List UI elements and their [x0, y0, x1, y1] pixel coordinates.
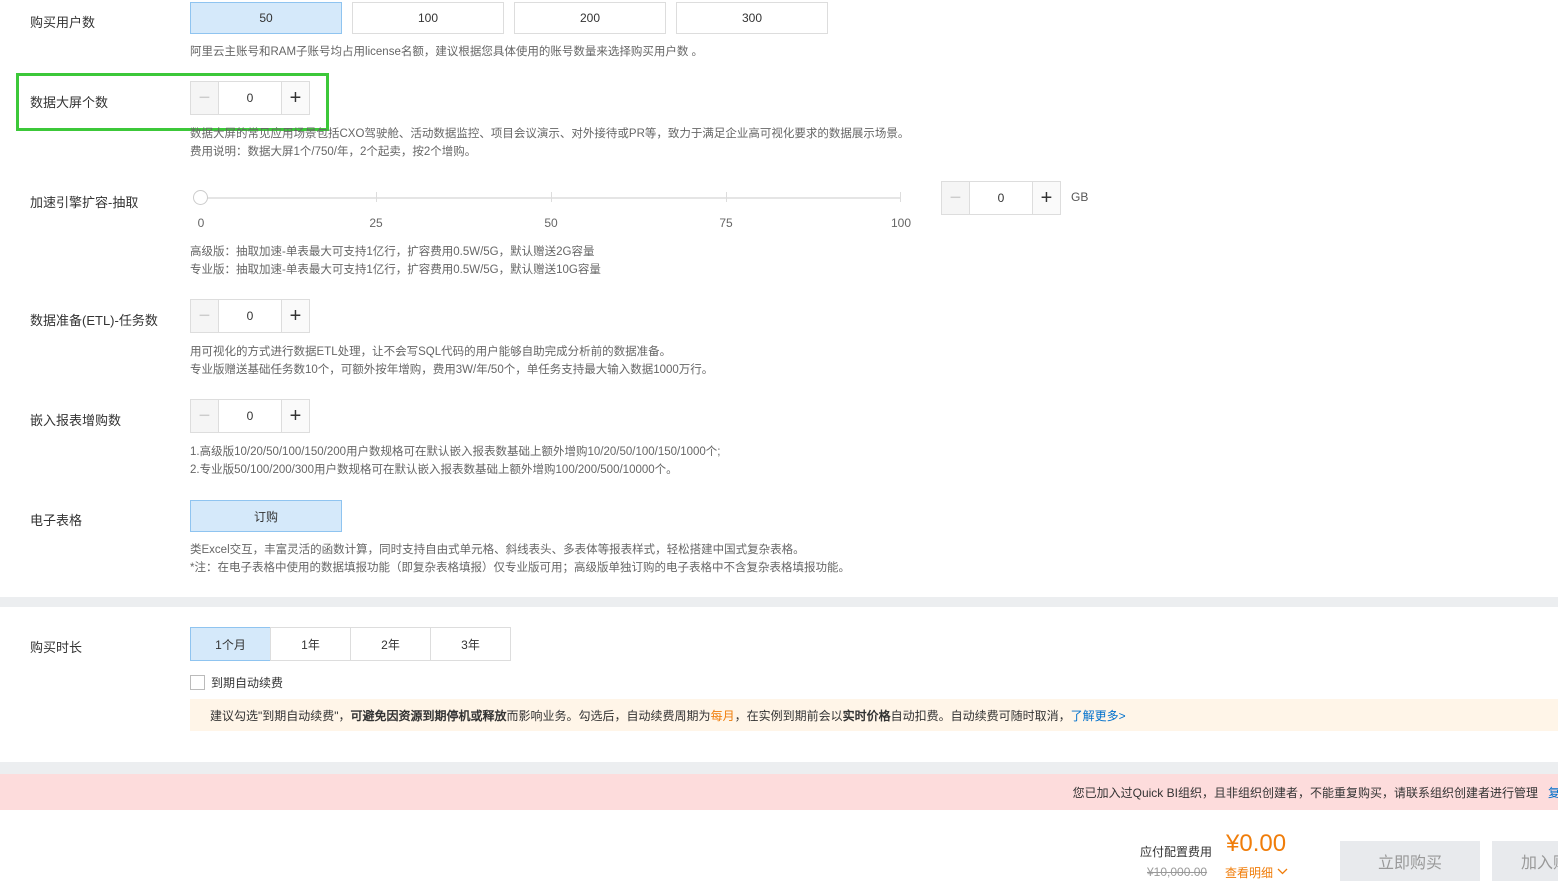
etl-desc-2: 专业版赠送基础任务数10个，可额外按年增购，费用3W/年/50个，单任务支持最大… [190, 364, 714, 376]
screens-stepper: − 0 + [190, 81, 310, 115]
slider-mark-label: 75 [719, 216, 733, 230]
engine-minus-button[interactable]: − [942, 182, 970, 214]
notice-text: ，在实例到期前会以 [734, 708, 843, 723]
engine-desc-2: 专业版：抽取加速-单表最大可支持1亿行，扩容费用0.5W/5G，默认赠送10G容… [190, 264, 601, 276]
slider-mark-label: 50 [544, 216, 558, 230]
etl-desc-1: 用可视化的方式进行数据ETL处理，让不会写SQL代码的用户能够自助完成分析前的数… [190, 346, 672, 358]
etl-stepper: − 0 + [190, 299, 310, 333]
notice-text: 而影响业务。勾选后，自动续费周期为 [506, 708, 711, 723]
fee-price: ¥0.00 [1226, 830, 1287, 857]
duration-option-1month[interactable]: 1个月 [190, 627, 271, 661]
auto-renew-label: 到期自动续费 [211, 676, 284, 690]
embed-stepper: − 0 + [190, 399, 310, 433]
fee-label: 应付配置费用 [1140, 845, 1213, 859]
error-text: 您已加入过Quick BI组织，且非组织创建者，不能重复购买，请联系组织创建者进… [1072, 785, 1538, 800]
users-desc: 阿里云主账号和RAM子账号均占用license名额，建议根据您具体使用的账号数量… [190, 46, 704, 58]
users-option-50[interactable]: 50 [190, 2, 342, 34]
notice-text-bold: 可避免因资源到期停机或释放 [350, 708, 507, 723]
error-bar: 您已加入过Quick BI组织，且非组织创建者，不能重复购买，请联系组织创建者进… [0, 774, 1558, 810]
auto-renew-row[interactable]: 到期自动续费 [190, 674, 283, 691]
embed-plus-button[interactable]: + [281, 400, 309, 432]
duration-option-1year[interactable]: 1年 [270, 627, 351, 661]
duration-option-2year[interactable]: 2年 [350, 627, 431, 661]
slider-tick [726, 192, 727, 202]
duration-label: 购买时长 [30, 640, 83, 655]
slider-tick [900, 192, 901, 202]
users-option-300[interactable]: 300 [676, 2, 828, 34]
notice-text: 建议勾选"到期自动续费"， [210, 708, 351, 723]
etl-value[interactable]: 0 [219, 300, 281, 332]
sheet-label: 电子表格 [30, 513, 83, 528]
engine-label: 加速引擎扩容-抽取 [30, 195, 139, 210]
section-divider [0, 597, 1558, 607]
slider-mark-label: 25 [369, 216, 383, 230]
engine-slider-handle[interactable] [193, 190, 208, 205]
users-option-200[interactable]: 200 [514, 2, 666, 34]
embed-value[interactable]: 0 [219, 400, 281, 432]
slider-tick [551, 192, 552, 202]
engine-unit: GB [1071, 190, 1089, 204]
fee-original-price: ¥10,000.00 [1147, 865, 1208, 879]
embed-desc-1: 1.高级版10/20/50/100/150/200用户数规格可在默认嵌入报表数基… [190, 446, 721, 458]
slider-mark-label: 100 [890, 216, 912, 230]
screens-desc-1: 数据大屏的常见应用场景包括CXO驾驶舱、活动数据监控、项目会议演示、对外接待或P… [190, 128, 910, 140]
duration-options: 1个月 1年 2年 3年 [190, 627, 511, 661]
embed-desc-2: 2.专业版50/100/200/300用户数规格可在默认嵌入报表数基础上额外增购… [190, 464, 678, 476]
notice-text-bold: 实时价格 [842, 708, 891, 723]
screens-plus-button[interactable]: + [281, 82, 309, 114]
slider-tick [376, 192, 377, 202]
engine-desc-1: 高级版：抽取加速-单表最大可支持1亿行，扩容费用0.5W/5G，默认赠送2G容量 [190, 246, 595, 258]
section-divider [0, 762, 1558, 774]
notice-text: 自动扣费。自动续费可随时取消， [890, 708, 1071, 723]
screens-desc-2: 费用说明：数据大屏1个/750/年，2个起卖，按2个增购。 [190, 146, 477, 158]
screens-minus-button[interactable]: − [191, 82, 219, 114]
learn-more-link[interactable]: 了解更多> [1071, 707, 1126, 724]
users-option-100[interactable]: 100 [352, 2, 504, 34]
sheet-options: 订购 [190, 500, 352, 532]
etl-plus-button[interactable]: + [281, 300, 309, 332]
engine-stepper: − 0 + [941, 181, 1061, 215]
etl-minus-button[interactable]: − [191, 300, 219, 332]
error-link[interactable]: 复 [1548, 784, 1558, 801]
duration-option-3year[interactable]: 3年 [430, 627, 511, 661]
chevron-down-icon [1277, 867, 1288, 878]
embed-minus-button[interactable]: − [191, 400, 219, 432]
users-options: 50 100 200 300 [190, 2, 838, 34]
buy-now-button[interactable]: 立即购买 [1340, 841, 1480, 881]
engine-value[interactable]: 0 [970, 182, 1032, 214]
sheet-desc-2: *注：在电子表格中使用的数据填报功能（即复杂表格填报）仅专业版可用；高级版单独订… [190, 562, 850, 574]
engine-plus-button[interactable]: + [1032, 182, 1060, 214]
sheet-desc-1: 类Excel交互，丰富灵活的函数计算，同时支持自由式单元格、斜线表头、多表体等报… [190, 544, 805, 556]
screens-label: 数据大屏个数 [30, 95, 109, 110]
fee-detail-link[interactable]: 查看明细 [1225, 864, 1288, 881]
add-to-cart-button[interactable]: 加入购物车 [1492, 841, 1558, 881]
auto-renew-checkbox[interactable] [190, 675, 205, 690]
fee-detail-label: 查看明细 [1225, 866, 1274, 880]
slider-mark-label: 0 [197, 216, 205, 230]
auto-renew-notice: 建议勾选"到期自动续费"， 可避免因资源到期停机或释放 而影响业务。勾选后，自动续费… [190, 699, 1558, 731]
screens-value[interactable]: 0 [219, 82, 281, 114]
notice-period: 每月 [710, 708, 735, 723]
users-label: 购买用户数 [30, 15, 96, 30]
etl-label: 数据准备(ETL)-任务数 [30, 313, 158, 328]
sheet-order-button[interactable]: 订购 [190, 500, 342, 532]
embed-label: 嵌入报表增购数 [30, 413, 122, 428]
